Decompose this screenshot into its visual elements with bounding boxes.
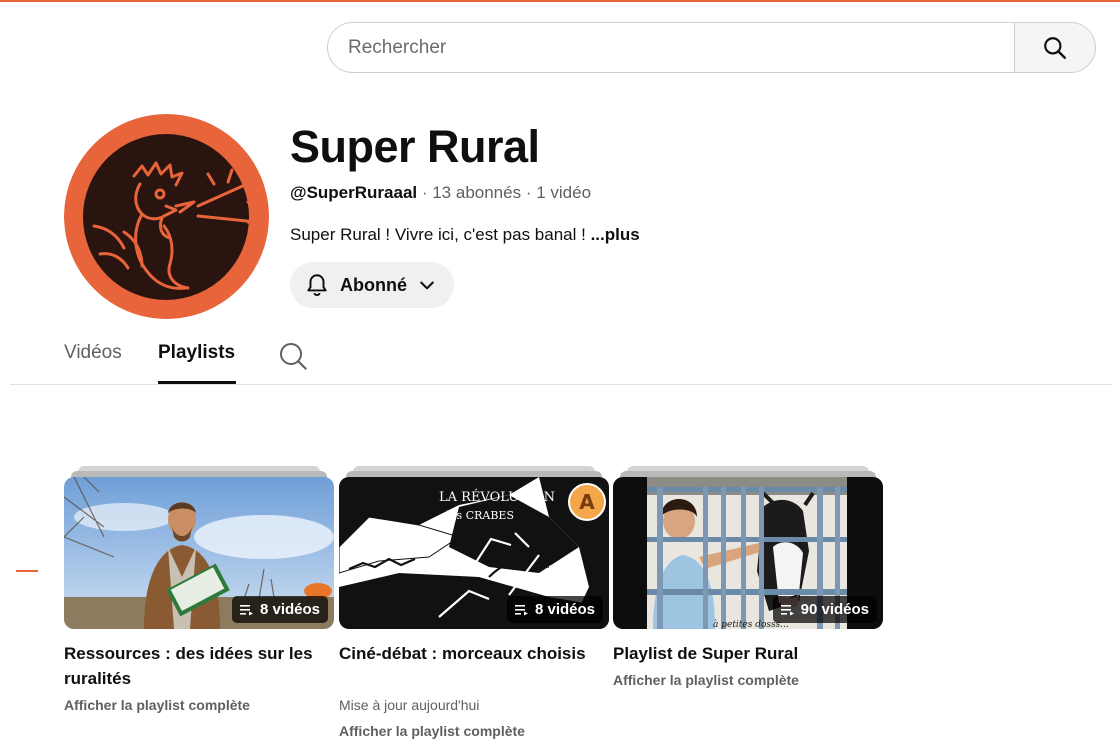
channel-meta: @SuperRuraaal · 13 abonnés · 1 vidéo (290, 183, 591, 203)
chevron-down-icon (420, 281, 434, 290)
playlist-icon (239, 604, 253, 615)
tabs-divider (10, 384, 1112, 385)
view-full-playlist-link[interactable]: Afficher la playlist complète (339, 723, 525, 739)
subscribed-button[interactable]: Abonné (290, 262, 454, 308)
playlist-icon (514, 604, 528, 615)
video-count: 90 vidéos (800, 601, 869, 618)
channel-description[interactable]: Super Rural ! Vivre ici, c'est pas banal… (290, 225, 640, 245)
channel-stats: · 13 abonnés · 1 vidéo (417, 183, 592, 202)
playlist-title[interactable]: Playlist de Super Rural (613, 641, 873, 666)
playlist-thumbnail[interactable]: à petites dosss... 90 vidéos (613, 477, 883, 629)
thumb-title-line1: LA RÉVOLUTION (439, 489, 555, 505)
playlist-thumbnail[interactable]: 8 vidéos (64, 477, 334, 629)
channel-avatar[interactable] (64, 114, 269, 319)
view-full-playlist-link[interactable]: Afficher la playlist complète (64, 697, 250, 713)
top-accent-rule (0, 0, 1120, 2)
tab-videos[interactable]: Vidéos (64, 342, 122, 364)
thumb-badge-letter: A (579, 490, 595, 514)
video-count-badge: 8 vidéos (506, 596, 603, 623)
channel-title: Super Rural (290, 121, 540, 172)
channel-search-button[interactable] (277, 340, 309, 372)
subscribed-label: Abonné (340, 274, 407, 295)
description-text: Super Rural ! Vivre ici, c'est pas banal… (290, 225, 591, 244)
playlist-thumbnail[interactable]: LA RÉVOLUTION des CRABES A 8 vidéos (339, 477, 609, 629)
video-count-badge: 8 vidéos (231, 596, 328, 623)
search-icon (1044, 36, 1066, 59)
view-full-playlist-link[interactable]: Afficher la playlist complète (613, 672, 799, 688)
playlist-title[interactable]: Ciné-débat : morceaux choisis (339, 641, 599, 666)
bell-icon (307, 274, 327, 297)
search-bar (327, 22, 1096, 73)
side-accent-mark (16, 570, 38, 572)
playlist-icon (780, 604, 794, 615)
rooster-logo (64, 114, 269, 319)
search-input[interactable] (327, 22, 1014, 73)
search-button[interactable] (1014, 22, 1096, 73)
playlist-title[interactable]: Ressources : des idées sur les ruralités (64, 641, 324, 691)
thumb-title-line2: des CRABES (443, 509, 514, 522)
playlist-updated: Mise à jour aujourd'hui (339, 697, 480, 713)
video-count: 8 vidéos (534, 601, 595, 618)
channel-handle[interactable]: @SuperRuraaal (290, 183, 417, 202)
tab-playlists[interactable]: Playlists (158, 342, 235, 364)
video-count-badge: 90 vidéos (772, 596, 877, 623)
video-count: 8 vidéos (259, 601, 320, 618)
description-more-link[interactable]: ...plus (591, 225, 640, 244)
search-icon (280, 343, 307, 370)
